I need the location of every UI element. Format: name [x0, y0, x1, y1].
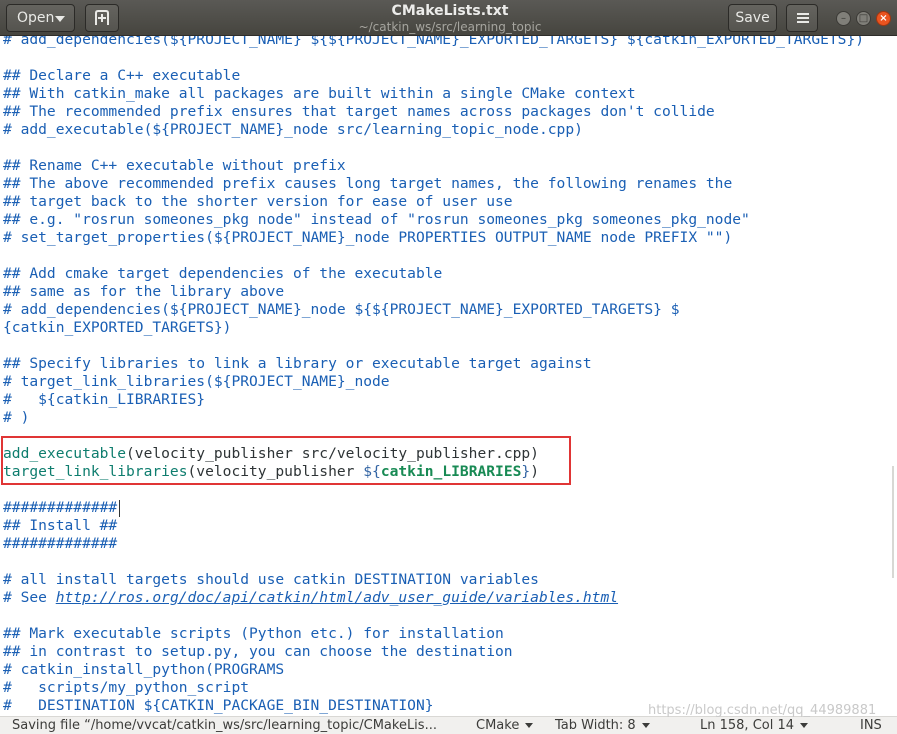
chevron-down-icon	[55, 16, 65, 22]
window-title: CMakeLists.txt	[391, 3, 509, 19]
code-line: # all install targets should use catkin …	[3, 571, 539, 588]
window-subtitle: ~/catkin_ws/src/learning_topic	[358, 20, 542, 34]
code-line: # catkin_install_python(PROGRAMS	[3, 661, 285, 678]
code-line: # )	[3, 409, 30, 426]
code-line: ## With catkin_make all packages are bui…	[3, 85, 636, 102]
code-line: ## in contrast to setup.py, you can choo…	[3, 643, 513, 660]
close-icon: ×	[879, 13, 888, 24]
new-tab-button[interactable]	[85, 4, 119, 32]
chevron-down-icon	[525, 723, 534, 728]
code-line: # set_target_properties(${PROJECT_NAME}_…	[3, 229, 733, 246]
text-cursor	[119, 500, 120, 517]
status-bar: Saving file “/home/vvcat/catkin_ws/src/l…	[0, 716, 897, 734]
highlight-box	[1, 436, 571, 485]
code-line: ## The recommended prefix ensures that t…	[3, 103, 715, 120]
open-button-label: Open	[17, 10, 55, 26]
language-selector[interactable]: CMake	[476, 717, 534, 734]
code-line: # add_dependencies(${PROJECT_NAME} ${${P…	[3, 36, 865, 48]
cursor-position-label: Ln 158, Col 14	[700, 718, 795, 733]
menu-button[interactable]	[786, 4, 818, 32]
insert-mode-indicator: INS	[860, 718, 882, 733]
code-line: # add_executable(${PROJECT_NAME}_node sr…	[3, 121, 583, 138]
code-line: ## target back to the shorter version fo…	[3, 193, 513, 210]
code-line: # target_link_libraries(${PROJECT_NAME}_…	[3, 373, 390, 390]
scrollbar-indicator[interactable]	[892, 466, 894, 578]
code-line: ## Specify libraries to link a library o…	[3, 355, 592, 372]
code-line: # add_dependencies(${PROJECT_NAME}_node …	[3, 301, 680, 318]
watermark: https://blog.csdn.net/qq_44989881	[648, 703, 877, 718]
code-line: ## Declare a C++ executable	[3, 67, 241, 84]
text-editor[interactable]: # add_dependencies(${PROJECT_NAME} ${${P…	[0, 36, 897, 716]
code-line: ## The above recommended prefix causes l…	[3, 175, 733, 192]
code-line: # ${catkin_LIBRARIES}	[3, 391, 206, 408]
code-line: ## same as for the library above	[3, 283, 285, 300]
minimize-icon: –	[841, 13, 846, 24]
chevron-down-icon	[641, 723, 650, 728]
code-line: ## Mark executable scripts (Python etc.)…	[3, 625, 504, 642]
maximize-icon: □	[858, 13, 869, 24]
language-label: CMake	[476, 718, 520, 733]
minimize-button[interactable]: –	[836, 11, 851, 26]
maximize-button[interactable]: □	[856, 11, 871, 26]
code-line: ## Install ##	[3, 517, 118, 534]
code-line: #############	[3, 535, 118, 552]
doc-url-link[interactable]: http://ros.org/doc/api/catkin/html/adv_u…	[56, 589, 618, 606]
comment-prefix: # See	[3, 589, 56, 606]
code-line: ## Add cmake target dependencies of the …	[3, 265, 443, 282]
open-button[interactable]: Open	[6, 4, 75, 32]
code-line: ## Rename C++ executable without prefix	[3, 157, 346, 174]
status-message: Saving file “/home/vvcat/catkin_ws/src/l…	[12, 718, 437, 733]
chevron-down-icon	[800, 723, 809, 728]
header-bar: Open CMakeLists.txt ~/catkin_ws/src/lear…	[0, 0, 897, 36]
code-line: # scripts/my_python_script	[3, 679, 250, 696]
new-document-tab-icon	[95, 10, 109, 25]
close-button[interactable]: ×	[876, 11, 891, 26]
code-line: # DESTINATION ${CATKIN_PACKAGE_BIN_DESTI…	[3, 697, 434, 714]
cursor-position-selector[interactable]: Ln 158, Col 14	[700, 717, 809, 734]
window-title-area: CMakeLists.txt ~/catkin_ws/src/learning_…	[250, 3, 650, 34]
code-line: {catkin_EXPORTED_TARGETS})	[3, 319, 232, 336]
tab-width-label: Tab Width: 8	[555, 718, 636, 733]
code-line: #############	[3, 499, 118, 516]
tab-width-selector[interactable]: Tab Width: 8	[555, 717, 650, 734]
code-line: ## e.g. "rosrun someones_pkg node" inste…	[3, 211, 750, 228]
save-button[interactable]: Save	[728, 4, 777, 32]
code-line-see-link: # See http://ros.org/doc/api/catkin/html…	[3, 589, 618, 607]
